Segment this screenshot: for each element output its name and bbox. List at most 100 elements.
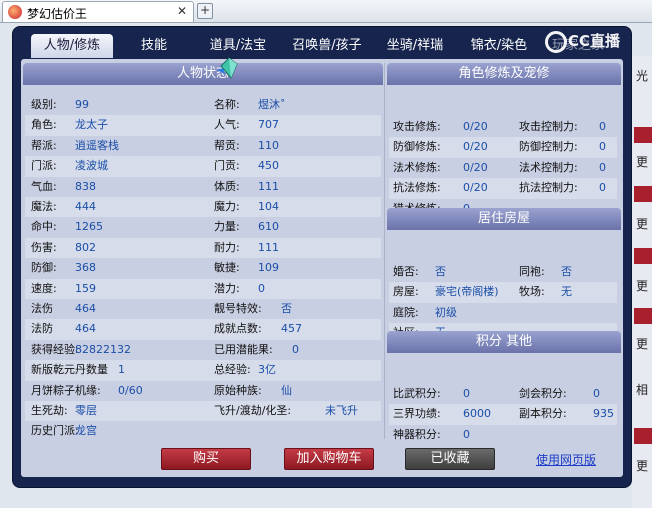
stat-label: 帮派: — [31, 138, 57, 152]
stat-value: 豪宅(帝阁楼) — [435, 285, 499, 299]
stat-label: 副本积分: — [519, 407, 567, 421]
bg-edge-text: 更 — [636, 217, 649, 231]
tab-mounts[interactable]: 坐骑/祥瑞 — [373, 34, 457, 58]
stat-label: 获得经验: — [31, 342, 79, 356]
stat-label: 门派: — [31, 159, 57, 173]
stat-value: 109 — [258, 261, 279, 275]
stat-value: 否 — [435, 265, 446, 278]
stat-value: 1265 — [75, 220, 103, 234]
stat-value: 110 — [258, 138, 279, 152]
stat-value: 否 — [561, 265, 572, 278]
stat-label: 剑会积分: — [519, 387, 567, 400]
stat-label: 成就点数: — [214, 322, 262, 336]
stat-label: 新版乾元丹数量 — [31, 363, 108, 377]
stat-label: 名称: — [214, 98, 240, 111]
stat-value: 111 — [258, 179, 279, 193]
stat-value: 零层 — [75, 404, 97, 417]
stat-label: 庭院: — [393, 305, 419, 319]
add-to-cart-button[interactable]: 加入购物车 — [284, 448, 374, 470]
stat-label: 神器积分: — [393, 427, 441, 441]
stat-label: 级别: — [31, 98, 57, 111]
tab-skills[interactable]: 技能 — [123, 34, 185, 58]
stat-label: 法伤 — [31, 302, 53, 315]
stat-label: 攻击控制力: — [519, 120, 578, 133]
stat-value: 457 — [281, 322, 302, 336]
stat-value: 0/60 — [118, 383, 143, 397]
stat-label: 历史门派: — [31, 424, 79, 438]
bg-edge-red-tag — [634, 308, 652, 324]
new-tab-button[interactable]: + — [197, 3, 213, 19]
stat-value: 龙宫 — [75, 424, 97, 438]
stat-label: 防御修炼: — [393, 140, 441, 154]
stat-label: 潜力: — [214, 281, 240, 295]
stat-label: 防御: — [31, 261, 57, 275]
stat-value: 111 — [258, 240, 279, 254]
stat-label: 耐力: — [214, 240, 240, 254]
stat-value: 0/20 — [463, 160, 488, 174]
stat-label: 法术修炼: — [393, 160, 441, 174]
browser-tab-bar: 梦幻估价王 ✕ + — [0, 0, 652, 23]
stat-label: 抗法控制力: — [519, 181, 578, 195]
stat-label: 比武积分: — [393, 387, 441, 400]
stat-value: 464 — [75, 322, 96, 336]
stat-value: 0 — [599, 140, 606, 154]
stat-value: 0 — [258, 281, 265, 295]
stat-value: 0 — [292, 342, 299, 356]
app-favicon-icon — [8, 5, 22, 19]
bg-edge-text: 更 — [636, 459, 649, 473]
character-detail-dialog: 人物/修炼 技能 道具/法宝 召唤兽/孩子 坐骑/祥瑞 锦衣/染色 玩家之家 C… — [12, 26, 632, 488]
browser-tab[interactable]: 梦幻估价王 ✕ — [2, 1, 194, 22]
stat-value: 0 — [463, 387, 470, 400]
stat-label: 总经验: — [214, 363, 251, 377]
stat-label: 魔力: — [214, 200, 240, 213]
stat-value: 0 — [599, 181, 606, 195]
bg-edge-text: 相 — [636, 383, 649, 397]
stat-label: 防御控制力: — [519, 140, 578, 154]
close-tab-icon[interactable]: ✕ — [177, 4, 187, 18]
stat-value: 802 — [75, 240, 96, 254]
stat-label: 原始种族: — [214, 383, 262, 397]
panel-title-house: 居住房屋 — [387, 208, 621, 230]
stat-label: 攻击修炼: — [393, 120, 441, 133]
stat-value: 368 — [75, 261, 96, 275]
stat-value: 否 — [281, 302, 292, 315]
stat-value: 初级 — [435, 305, 457, 319]
stat-label: 生死劫: — [31, 404, 68, 417]
cursor-gem-icon — [217, 57, 238, 79]
cc-live-watermark: CC直播 — [545, 30, 620, 53]
tab-pets-children[interactable]: 召唤兽/孩子 — [281, 34, 373, 58]
stat-value: 仙 — [281, 383, 292, 397]
tab-items-treasures[interactable]: 道具/法宝 — [197, 34, 279, 58]
stat-value: 6000 — [463, 407, 491, 421]
buy-button[interactable]: 购买 — [161, 448, 251, 470]
stat-label: 抗法修炼: — [393, 181, 441, 195]
stat-label: 魔法: — [31, 200, 57, 213]
stat-value: 99 — [75, 98, 89, 111]
tab-character-cultivation[interactable]: 人物/修炼 — [31, 34, 113, 58]
panel-title-cultivation: 角色修炼及宠修 — [387, 63, 621, 85]
panel-divider — [384, 63, 385, 439]
stat-label: 月饼粽子机缘: — [31, 383, 101, 397]
bg-edge-red-tag — [634, 127, 652, 143]
stat-label: 法防 — [31, 322, 53, 336]
stat-value: 935 — [593, 407, 614, 421]
stat-value: 无 — [561, 285, 572, 299]
stat-value: 龙太子 — [75, 118, 108, 132]
stat-value: 838 — [75, 179, 96, 193]
stat-label: 人气: — [214, 118, 240, 132]
stat-label: 房屋: — [393, 285, 419, 299]
stat-value: 凌波城 — [75, 159, 108, 173]
stat-label: 牧场: — [519, 285, 545, 299]
collected-button[interactable]: 已收藏 — [405, 448, 495, 470]
stat-value: 450 — [258, 159, 279, 173]
use-web-version-link[interactable]: 使用网页版 — [536, 451, 596, 468]
stat-label: 已用潜能果: — [214, 342, 273, 356]
stat-value: 0 — [599, 160, 606, 174]
stat-value: 159 — [75, 281, 96, 295]
stat-value: 0/20 — [463, 181, 488, 195]
stat-value: 煜沐˚ — [258, 98, 286, 111]
tab-outfits-dye[interactable]: 锦衣/染色 — [457, 34, 541, 58]
stat-value: 0/20 — [463, 120, 488, 133]
bg-edge-red-tag — [634, 428, 652, 444]
stat-label: 角色: — [31, 118, 57, 132]
